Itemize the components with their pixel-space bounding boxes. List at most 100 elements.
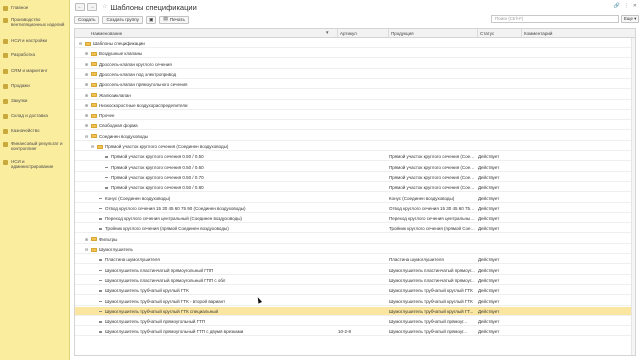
- sidebar-item[interactable]: Продажи: [0, 83, 69, 95]
- more-button[interactable]: Еще ▾: [621, 15, 640, 23]
- column-article-header[interactable]: Артикул: [337, 29, 357, 38]
- title-bar: ← → ☆ Шаблоны спецификации 🔗 ⋮ ✕: [71, 0, 640, 14]
- table-row[interactable]: Пластина шумоглушителя Пластина шумоглуши…: [75, 255, 635, 265]
- table-row[interactable]: Конус (Соединен воздуховоды) Конус (Соеди…: [75, 194, 635, 203]
- sidebar-item[interactable]: НСИ и администрирование: [0, 159, 69, 171]
- sidebar-item-label: Продажи: [11, 83, 30, 88]
- collapse-icon[interactable]: ⊖: [78, 39, 83, 48]
- forward-button[interactable]: →: [87, 3, 97, 11]
- sales-icon: [3, 84, 8, 89]
- main-area: ← → ☆ Шаблоны спецификации 🔗 ⋮ ✕ Создать…: [71, 0, 640, 360]
- print-button[interactable]: ▤ Печать: [159, 16, 189, 24]
- expand-icon[interactable]: ⊕: [84, 121, 89, 130]
- expand-icon[interactable]: ⊕: [84, 111, 89, 120]
- expand-icon[interactable]: ⊕: [84, 91, 89, 100]
- search-input[interactable]: Поиск (Ctrl+F): [491, 15, 619, 23]
- table-row[interactable]: ⊖ Прямой участок круглого сечения (Соедин…: [75, 142, 635, 151]
- cell-product: Отвод круглого сечения 15 30 45 60 75 90…: [389, 205, 475, 211]
- cell-name: Шумоглушитель трубчатый круглый ГТК: [105, 288, 189, 294]
- table-row[interactable]: ⊕ Дроссель-клапан круглого сечения: [75, 60, 635, 69]
- sidebar-item[interactable]: Разработка: [0, 52, 69, 64]
- cell-status: Действует: [478, 329, 500, 335]
- favorite-star-icon[interactable]: ☆: [102, 3, 107, 11]
- table-row[interactable]: ⊕ Дроссель-клапан прямоугольного сечения: [75, 80, 635, 90]
- expand-icon[interactable]: ⊕: [84, 235, 89, 244]
- folder-icon: [91, 237, 97, 242]
- cell-product: Прямой участок круглого сечения (Соедин.…: [389, 164, 475, 170]
- create-group-button[interactable]: Создать группу: [102, 16, 143, 24]
- column-name-header[interactable]: Наименование: [89, 29, 122, 38]
- expand-icon[interactable]: ⊕: [84, 80, 89, 89]
- vertical-scrollbar[interactable]: [631, 38, 635, 355]
- sidebar-item[interactable]: CRM и маркетинг: [0, 68, 69, 80]
- item-dash-icon: [99, 197, 102, 199]
- table-row[interactable]: Шумоглушитель трубчатый прямоугольный ГТ…: [75, 317, 635, 327]
- table-row[interactable]: ⊕ Жалюзиклапан: [75, 91, 635, 100]
- table-row[interactable]: Шумоглушитель трубчатый круглый ГТК - вт…: [75, 297, 635, 306]
- dev-icon: [3, 53, 8, 58]
- folder-icon: [91, 247, 97, 252]
- table-row[interactable]: Шумоглушитель трубчатый круглый ГТК Шумог…: [75, 286, 635, 296]
- table-row[interactable]: Шумоглушитель пластинчатый прямоугольный…: [75, 266, 635, 275]
- sort-desc-icon[interactable]: ▼: [325, 30, 329, 35]
- link-icon[interactable]: 🔗: [614, 3, 620, 9]
- column-comment-header[interactable]: Комментарий: [521, 29, 552, 38]
- close-icon[interactable]: ✕: [633, 3, 637, 9]
- save-icon[interactable]: ▣: [145, 16, 157, 24]
- column-status-header[interactable]: Статус: [477, 29, 494, 38]
- table-row[interactable]: ⊖ Шумоглушитель: [75, 245, 635, 254]
- cell-status: Действует: [478, 174, 500, 180]
- table-row[interactable]: Прямой участок круглого сечения 0.50 / 0…: [75, 173, 635, 182]
- sidebar-item[interactable]: НСИ и настройки: [0, 38, 69, 50]
- back-button[interactable]: ←: [75, 3, 85, 11]
- cell-name: Дроссель-клапан прямоугольного сечения: [99, 82, 188, 88]
- sidebar-item-label: CRM и маркетинг: [11, 68, 48, 73]
- item-dash-icon: [99, 310, 102, 313]
- table-row[interactable]: Отвод круглого сечения 15 30 45 60 75 90…: [75, 204, 635, 213]
- table-row[interactable]: ⊖ Соединен воздуховоды: [75, 132, 635, 141]
- table-row[interactable]: Прямой участок круглого сечения 0.50 / 0…: [75, 183, 635, 193]
- expand-icon[interactable]: ⊕: [84, 49, 89, 58]
- collapse-icon[interactable]: ⊖: [84, 132, 89, 141]
- table-row[interactable]: ⊕ Свободная форма: [75, 121, 635, 131]
- expand-icon[interactable]: ⊕: [84, 70, 89, 79]
- table-row[interactable]: Прямой участок круглого сечения 0.50 / 0…: [75, 163, 635, 172]
- table-row[interactable]: Тройник круглого сечения (прямой Соедине…: [75, 224, 635, 234]
- table-row[interactable]: Шумоглушитель пластинчатый прямоугольный…: [75, 276, 635, 285]
- sidebar-item[interactable]: Казначейство: [0, 128, 69, 140]
- column-product-header[interactable]: Продукция: [388, 29, 414, 38]
- more-menu-icon[interactable]: ⋮: [624, 3, 629, 9]
- sidebar-item[interactable]: Финансовый результат и контроллинг: [0, 141, 69, 153]
- create-button[interactable]: Создать: [74, 16, 100, 24]
- expand-icon[interactable]: ⊕: [84, 60, 89, 69]
- sidebar-item-label: Казначейство: [11, 128, 40, 133]
- cell-status: Действует: [478, 226, 500, 232]
- item-dash-icon: [99, 269, 102, 272]
- table-row[interactable]: ⊕ Прочее: [75, 111, 635, 121]
- table-row[interactable]: Переход круглого сечения центральный (Со…: [75, 214, 635, 224]
- sidebar-item[interactable]: Закупки: [0, 98, 69, 110]
- table-row[interactable]: ⊖ Шаблоны спецификации: [75, 39, 635, 48]
- table-row[interactable]: Шумоглушитель трубчатый прямоугольный ГТ…: [75, 327, 635, 337]
- table-row[interactable]: Шумоглушитель трубчатый круглый ГТК спец…: [75, 306, 635, 316]
- table-row[interactable]: ⊕ Низкоскоростные воздухораспределители: [75, 101, 635, 110]
- collapse-icon[interactable]: ⊖: [84, 245, 89, 254]
- table-row[interactable]: Прямой участок круглого сечения 0.50 / 0…: [75, 152, 635, 162]
- expand-icon[interactable]: ⊕: [84, 101, 89, 110]
- print-label: Печать: [169, 17, 185, 22]
- cell-article: 10-2-8: [338, 329, 352, 335]
- sidebar-item[interactable]: Главное: [0, 5, 69, 17]
- cell-name: Прочее: [99, 113, 115, 119]
- table-row[interactable]: ⊕ Дроссель-клапан под электропривод: [75, 70, 635, 79]
- sidebar-item[interactable]: Производство вентиляционных изделий: [0, 17, 69, 29]
- folder-icon: [91, 72, 97, 77]
- table-row[interactable]: ⊕ Фильтры: [75, 235, 635, 244]
- sidebar-item[interactable]: Склад и доставка: [0, 113, 69, 125]
- sidebar-item-label: НСИ и настройки: [11, 38, 48, 43]
- collapse-icon[interactable]: ⊖: [90, 142, 95, 151]
- folder-icon: [91, 82, 97, 87]
- table-row[interactable]: ⊕ Воздушные клапаны: [75, 49, 635, 59]
- sidebar-item-label: Склад и доставка: [11, 113, 48, 118]
- cell-status: Действует: [478, 298, 500, 304]
- item-dash-icon: [99, 321, 102, 323]
